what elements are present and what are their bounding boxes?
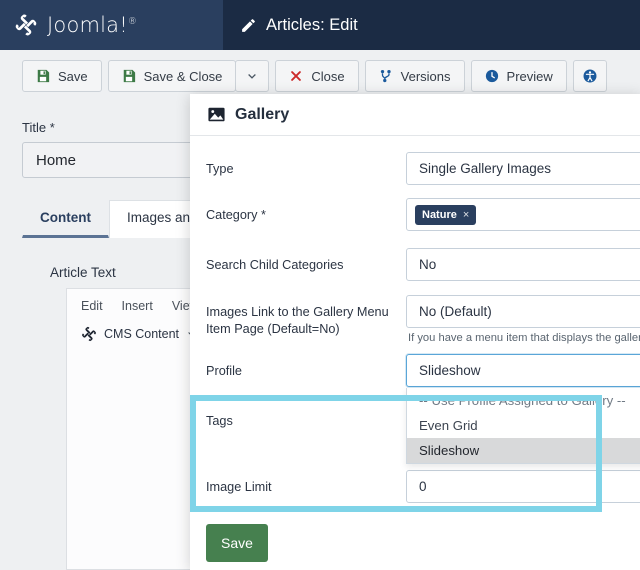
accessibility-icon <box>583 69 597 83</box>
save-and-close-button-label: Save & Close <box>144 69 223 84</box>
search-child-categories-label: Search Child Categories <box>206 248 406 274</box>
gallery-modal-header: Gallery <box>190 94 640 136</box>
joomla-logo-icon <box>81 326 97 342</box>
save-button-label: Save <box>58 69 88 84</box>
image-picture-icon <box>208 107 225 122</box>
type-control: Single Gallery Images <box>406 152 640 185</box>
save-floppy-icon <box>36 69 50 83</box>
profile-option-even-grid[interactable]: Even Grid <box>407 413 640 438</box>
pencil-edit-icon <box>240 17 257 34</box>
accessibility-button[interactable] <box>573 60 607 92</box>
tags-field-label: Tags <box>206 404 406 430</box>
joomla-logo-icon <box>14 13 38 37</box>
gallery-modal-body: Type Single Gallery Images Category * Na… <box>190 136 640 562</box>
profile-select[interactable]: Slideshow <box>406 354 640 387</box>
field-row-image-limit: Image Limit 0 <box>190 470 640 506</box>
top-header-bar: Joomla!® Articles: Edit <box>0 0 640 50</box>
versions-branch-icon <box>379 69 393 83</box>
brand-trademark: ® <box>128 17 137 27</box>
profile-dropdown-list: -- Use Profile Assigned to Gallery -- Ev… <box>406 388 640 464</box>
gallery-modal: Gallery Type Single Gallery Images Categ… <box>190 94 640 570</box>
close-button-label: Close <box>311 69 344 84</box>
app-root: Joomla!® Articles: Edit Save <box>0 0 640 570</box>
search-child-categories-select[interactable]: No <box>406 248 640 281</box>
preview-button-label: Preview <box>507 69 553 84</box>
editor-menu-edit[interactable]: Edit <box>81 299 103 313</box>
image-limit-input[interactable]: 0 <box>406 470 640 503</box>
category-field-label: Category * <box>206 198 406 224</box>
save-and-close-button[interactable]: Save & Close <box>108 60 237 92</box>
image-limit-control: 0 <box>406 470 640 503</box>
profile-control: Slideshow -- Use Profile Assigned to Gal… <box>406 354 640 387</box>
tab-content[interactable]: Content <box>22 200 109 238</box>
type-field-label: Type <box>206 152 406 178</box>
gallery-modal-title: Gallery <box>235 106 289 124</box>
versions-button-label: Versions <box>401 69 451 84</box>
profile-option-use-assigned[interactable]: -- Use Profile Assigned to Gallery -- <box>407 388 640 413</box>
save-floppy-icon <box>122 69 136 83</box>
save-button[interactable]: Save <box>22 60 102 92</box>
images-link-control: No (Default) If you have a menu item tha… <box>406 295 640 344</box>
preview-eye-icon <box>485 69 499 83</box>
field-row-category: Category * Nature × <box>190 198 640 234</box>
page-title-group: Articles: Edit <box>223 0 358 50</box>
category-chip-remove-icon[interactable]: × <box>463 209 469 221</box>
page-title: Articles: Edit <box>266 16 358 35</box>
preview-button[interactable]: Preview <box>471 60 567 92</box>
category-chip-label: Nature <box>422 209 457 221</box>
category-multiselect[interactable]: Nature × <box>406 198 640 231</box>
type-select[interactable]: Single Gallery Images <box>406 152 640 185</box>
editor-cms-content-label: CMS Content <box>104 327 179 341</box>
category-chip: Nature × <box>415 205 476 225</box>
close-button[interactable]: Close <box>275 60 358 92</box>
field-row-images-link: Images Link to the Gallery Menu Item Pag… <box>190 295 640 344</box>
title-field-label: Title * <box>22 120 55 135</box>
image-limit-label: Image Limit <box>206 470 406 496</box>
category-control: Nature × <box>406 198 640 231</box>
field-row-type: Type Single Gallery Images <box>190 152 640 188</box>
save-dropdown-toggle[interactable] <box>235 60 269 92</box>
versions-button[interactable]: Versions <box>365 60 465 92</box>
search-child-categories-control: No <box>406 248 640 281</box>
gallery-save-button[interactable]: Save <box>206 524 268 562</box>
joomla-brand[interactable]: Joomla!® <box>0 0 223 50</box>
chevron-down-icon <box>246 70 258 82</box>
images-link-select[interactable]: No (Default) <box>406 295 640 328</box>
close-x-icon <box>289 69 303 83</box>
editor-menu-insert[interactable]: Insert <box>122 299 153 313</box>
brand-label: Joomla!® <box>47 13 137 37</box>
images-link-label: Images Link to the Gallery Menu Item Pag… <box>206 295 406 338</box>
field-row-profile: Profile Slideshow -- Use Profile Assigne… <box>190 354 640 390</box>
profile-field-label: Profile <box>206 354 406 380</box>
article-text-label: Article Text <box>50 265 116 280</box>
field-row-search-child-categories: Search Child Categories No <box>190 248 640 284</box>
profile-option-slideshow[interactable]: Slideshow <box>407 438 640 463</box>
images-link-help-text: If you have a menu item that displays th… <box>406 328 640 344</box>
